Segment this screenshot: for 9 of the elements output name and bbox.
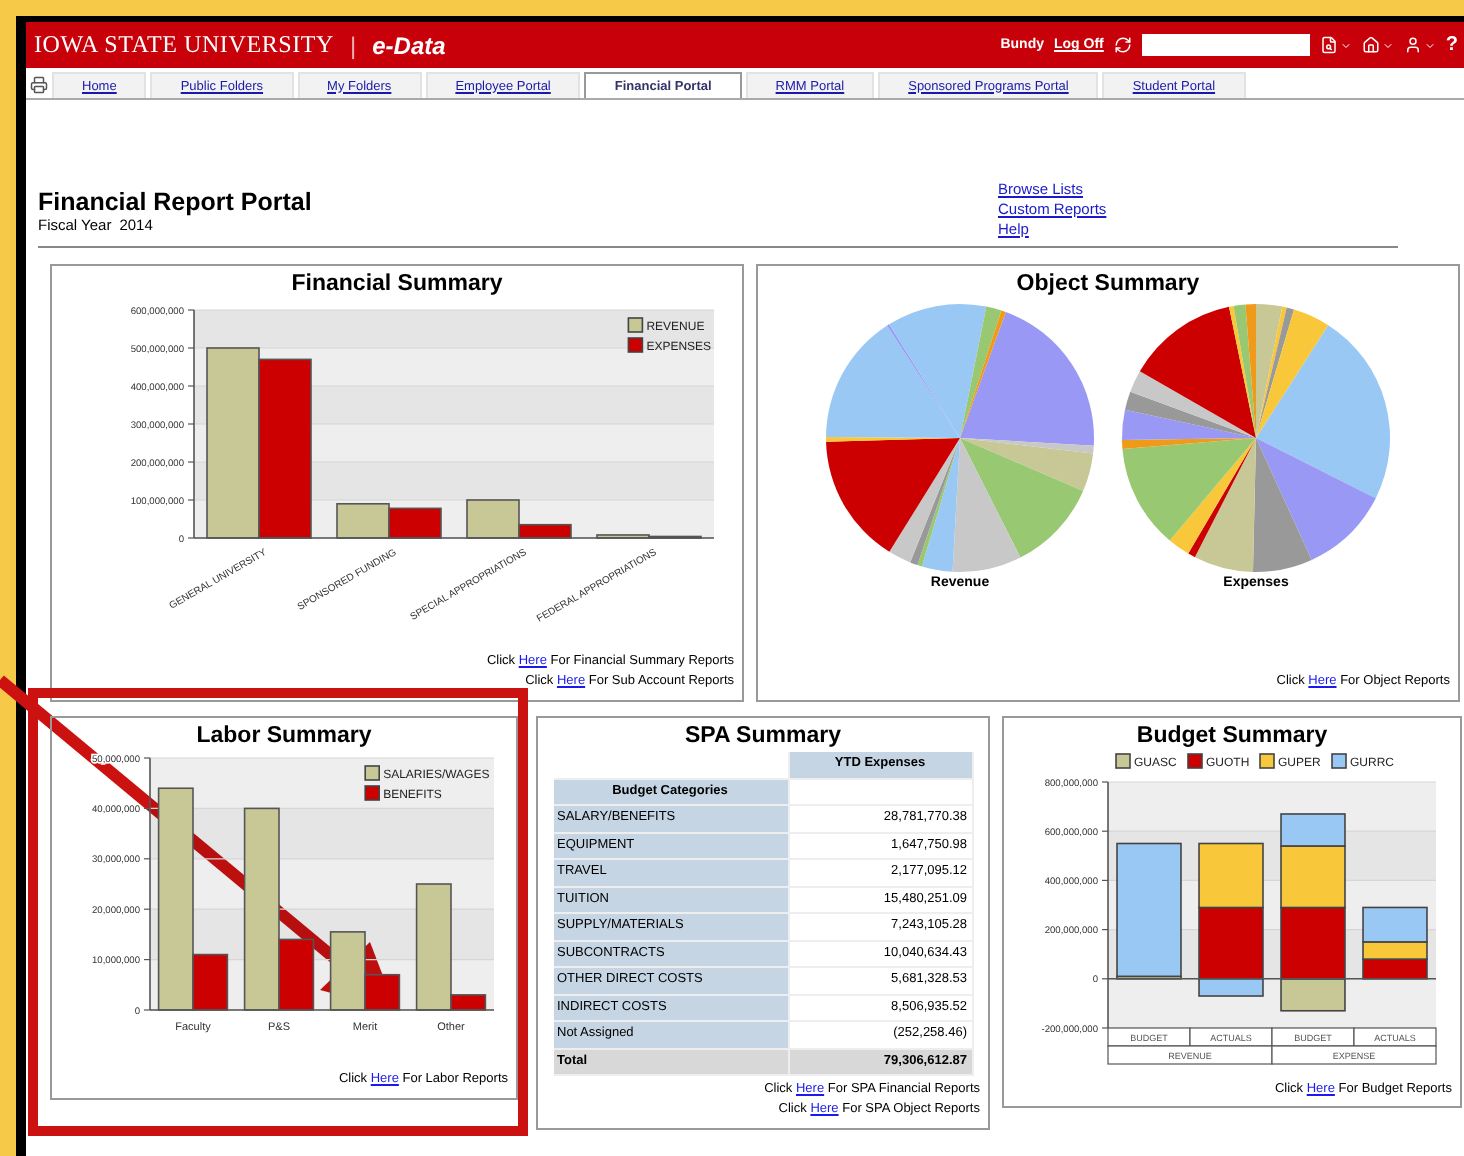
page-title: Financial Report Portal bbox=[38, 188, 314, 216]
panel-title: Financial Summary bbox=[291, 270, 503, 298]
panel-title: Budget Summary bbox=[1136, 722, 1328, 750]
panel-title: SPA Summary bbox=[685, 722, 841, 750]
app-name: e-Data bbox=[372, 31, 446, 59]
panel-title: Object Summary bbox=[1016, 270, 1200, 298]
separator: | bbox=[350, 31, 357, 59]
university-name: IOWA STATE UNIVERSITY bbox=[34, 30, 334, 60]
panel-title: Labor Summary bbox=[196, 722, 372, 750]
